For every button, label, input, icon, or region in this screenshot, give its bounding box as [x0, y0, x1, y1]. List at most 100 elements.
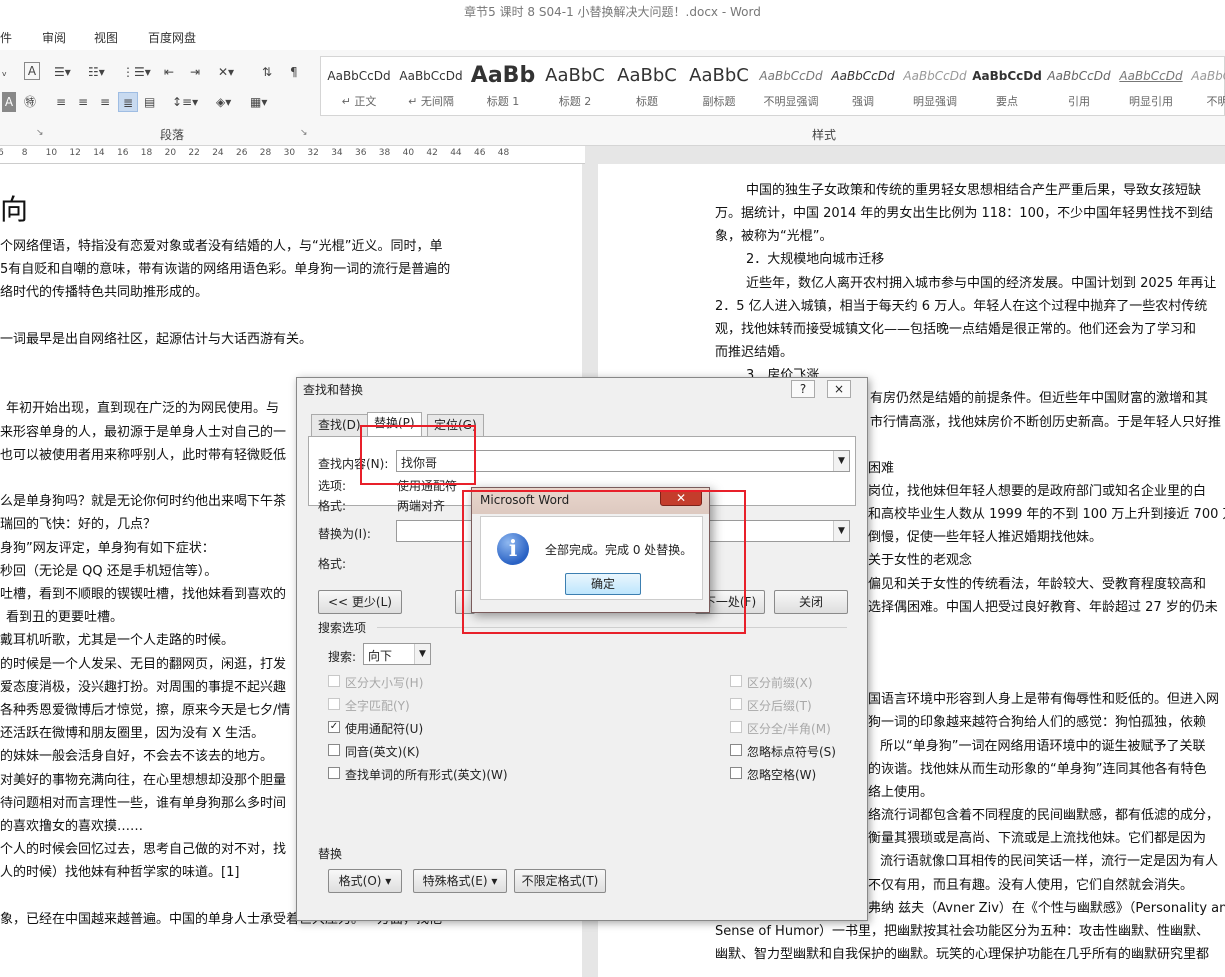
body-line: 各种秀恩爱微博后才惊觉，擦，原来今天是七夕/情	[0, 703, 291, 718]
option-checkbox[interactable]: 忽略空格(W)	[730, 766, 816, 783]
search-direction-select[interactable]: 向下 ▼	[363, 643, 431, 665]
line-spacing-icon[interactable]: ↕≡▾	[172, 92, 198, 112]
char-border-icon[interactable]: A	[24, 62, 40, 80]
numbering-icon[interactable]: ☷▾	[88, 62, 105, 82]
close-button[interactable]: 关闭	[774, 590, 848, 614]
bullets-icon[interactable]: ☰▾	[54, 62, 71, 82]
ruler-tick-label: 34	[331, 148, 343, 158]
page-heading: 向	[0, 193, 29, 226]
option-label: 全字匹配(Y)	[345, 699, 410, 713]
increase-indent-icon[interactable]: ⇥	[190, 62, 200, 82]
style-item[interactable]: AaBb 标题 1	[467, 57, 539, 115]
style-name: 不明显强调	[763, 95, 819, 108]
style-item[interactable]: AaBbCcDd 不明显强调	[755, 57, 827, 115]
style-item[interactable]: AaBbC 标题	[611, 57, 683, 115]
decrease-indent-icon[interactable]: ⇤	[164, 62, 174, 82]
style-item[interactable]: AaBbCcDd 要点	[971, 57, 1043, 115]
style-item[interactable]: AaBbC 副标题	[683, 57, 755, 115]
multilevel-list-icon[interactable]: ⋮☰▾	[122, 62, 151, 82]
checkbox-box[interactable]	[328, 767, 340, 779]
replace-format-label: 格式:	[318, 557, 347, 571]
body-line: 还活跃在微博和朋友圈里，因为没有 X 生活。	[0, 726, 265, 742]
ruler-tick-label: 48	[497, 148, 510, 158]
body-line: 对美好的事物充满向往，在心里想想却没那个胆量	[0, 772, 287, 788]
body-line: 络上使用。	[868, 784, 934, 800]
chevron-down-icon[interactable]: ▼	[414, 644, 430, 664]
body-line: 瑞回的飞快：好的，几点？	[0, 517, 157, 533]
style-item[interactable]: AaBbCcDd ↵ 无间隔	[395, 57, 467, 115]
checkbox-box[interactable]	[328, 744, 340, 756]
borders-icon[interactable]: ▦▾	[250, 92, 267, 112]
char-shading-icon[interactable]: A	[2, 92, 16, 112]
menu-file[interactable]: 件	[0, 29, 12, 46]
style-item[interactable]: AaBbCcDd ↵ 正文	[323, 57, 395, 115]
horizontal-ruler[interactable]: 6 8 10 12 14 16 18 20 22 24 26 28 30 32 34 36 38 40 42 44 46…	[0, 146, 585, 164]
option-label: 忽略标点符号(S)	[747, 745, 836, 759]
sort-icon[interactable]: ⇅	[262, 62, 272, 82]
format-label: 格式:	[318, 499, 347, 513]
body-line: 年初开始出现，直到现在广泛的为网民使用。与	[6, 401, 280, 417]
option-label: 区分全/半角(M)	[747, 722, 831, 736]
font-launcher-icon[interactable]: ↘	[36, 128, 44, 138]
menu-baidu-netdisk[interactable]: 百度网盘	[148, 29, 196, 46]
ruler-tick-label: 22	[188, 148, 200, 158]
style-preview: AaBbCcDd	[831, 69, 895, 83]
shading-icon[interactable]: ◈▾	[216, 92, 231, 112]
body-line: 流行语就像口耳相传的民间笑话一样，流行一定是因为有人	[880, 854, 1219, 870]
style-item[interactable]: AaBbCcDd 明显强调	[899, 57, 971, 115]
asian-layout-icon[interactable]: ✕▾	[218, 62, 234, 82]
style-preview: AaBbCcDd	[399, 69, 463, 83]
special-format-button[interactable]: 特殊格式(E) ▾	[413, 869, 507, 893]
style-preview: AaBbCcDd	[972, 69, 1042, 83]
body-line: 的妹妹一般会活身自好，不会去不该去的地方。	[0, 749, 274, 765]
format-button[interactable]: 格式(O) ▾	[328, 869, 402, 893]
checkbox-box[interactable]: ✓	[328, 721, 340, 733]
distributed-icon[interactable]: ▤	[144, 92, 155, 112]
body-line: 一词最早是出自网络社区，起源估计与大话西游有关。	[0, 331, 313, 347]
option-checkbox[interactable]: 查找单词的所有形式(英文)(W)	[328, 766, 508, 783]
show-marks-icon[interactable]: ¶	[290, 62, 298, 82]
style-preview: AaBb	[470, 65, 536, 87]
body-line: 偏见和关于女性的传统看法，年龄较大、受教育程度较高和	[868, 576, 1207, 592]
options-label: 选项:	[318, 479, 347, 493]
align-left-icon[interactable]: ≡	[56, 92, 66, 112]
style-item[interactable]: AaBbCcDd 强调	[827, 57, 899, 115]
chevron-down-icon[interactable]: ▼	[833, 521, 849, 541]
replace-label: 替换为(I):	[318, 527, 371, 541]
paragraph-launcher-icon[interactable]: ↘	[300, 128, 308, 138]
align-center-icon[interactable]: ≡	[78, 92, 88, 112]
checkbox-box[interactable]	[730, 744, 742, 756]
phonetic-guide-icon[interactable]: ᵥ	[2, 62, 7, 82]
justify-icon[interactable]: ≣	[118, 92, 138, 112]
checkbox-box[interactable]	[730, 767, 742, 779]
enclose-char-icon[interactable]: ㊕	[24, 92, 36, 112]
ruler-tick-label: 40	[402, 148, 415, 158]
no-formatting-button[interactable]: 不限定格式(T)	[514, 869, 606, 893]
style-item[interactable]: AaBbCcDd 不明显	[1187, 57, 1225, 115]
ruler-tick-label: 20	[164, 148, 177, 158]
align-right-icon[interactable]: ≡	[100, 92, 110, 112]
option-checkbox[interactable]: 忽略标点符号(S)	[730, 743, 836, 760]
style-item[interactable]: AaBbCcDd 明显引用	[1115, 57, 1187, 115]
style-item[interactable]: AaBbCcDd 引用	[1043, 57, 1115, 115]
option-checkbox[interactable]: ✓ 使用通配符(U)	[328, 720, 423, 737]
body-line: 看到丑的更要吐槽。	[6, 610, 124, 626]
checkbox-box	[730, 721, 742, 733]
chevron-down-icon[interactable]: ▼	[833, 451, 849, 471]
option-label: 同音(英文)(K)	[345, 745, 420, 759]
help-button[interactable]: ?	[791, 380, 815, 398]
less-button[interactable]: << 更少(L)	[318, 590, 402, 614]
body-line: 岗位，找他妹但年轻人想要的是政府部门或知名企业里的白	[868, 483, 1207, 499]
ruler-tick-label: 36	[355, 148, 367, 158]
menu-view[interactable]: 视图	[94, 29, 118, 46]
style-item[interactable]: AaBbC 标题 2	[539, 57, 611, 115]
checkbox-box	[730, 698, 742, 710]
ruler-tick-label: 30	[283, 148, 296, 158]
search-options-title: 搜索选项	[318, 621, 367, 635]
body-line: 而推迟结婚。	[715, 345, 794, 361]
body-line: 万。据统计，中国 2014 年的男女出生比例为 118：100，不少中国年轻男性…	[715, 206, 1214, 222]
menu-review[interactable]: 审阅	[42, 29, 66, 46]
ruler-tick-label: 26	[236, 148, 248, 158]
dialog-close-button[interactable]: ×	[827, 380, 851, 398]
option-checkbox[interactable]: 同音(英文)(K)	[328, 743, 420, 760]
